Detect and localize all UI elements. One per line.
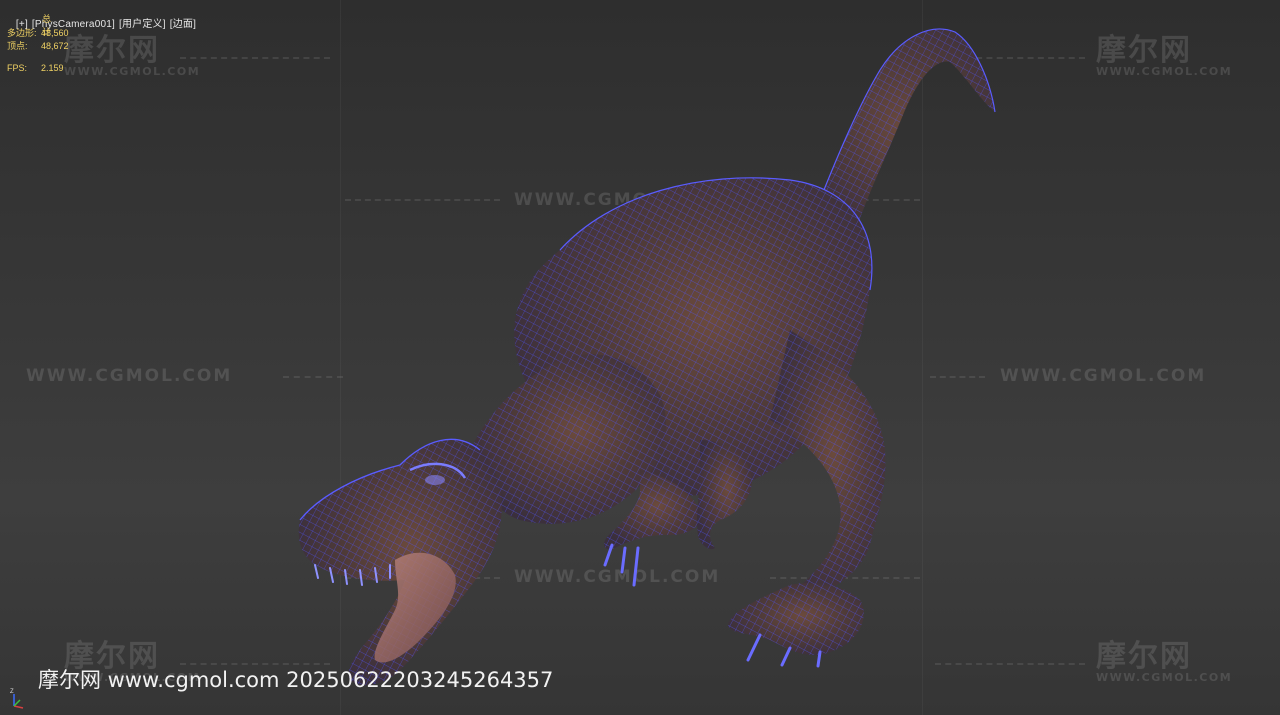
- viewport-view-label[interactable]: [用户定义]: [119, 19, 166, 30]
- stats-polygons-value: 48,560: [41, 28, 69, 38]
- stats-vertices-value: 48,672: [41, 41, 69, 51]
- stats-polygons-label: 多边形:: [7, 28, 37, 38]
- stats-fps-value: 2.159: [41, 63, 64, 73]
- viewport-shading-label[interactable]: [边面]: [170, 19, 196, 30]
- stats-vertices-label: 顶点:: [7, 41, 28, 51]
- 3d-viewport[interactable]: 摩尔网 WWW.CGMOL.COM 摩尔网 WWW.CGMOL.COM 摩尔网 …: [0, 0, 1280, 715]
- watermark-caption: 摩尔网 www.cgmol.com 20250622203245264357: [38, 668, 554, 692]
- axis-gizmo-icon: Z: [10, 689, 24, 709]
- axis-z-label: Z: [10, 689, 14, 695]
- stats-fps-label: FPS:: [7, 63, 28, 73]
- dinosaur-wireframe-model[interactable]: [0, 0, 1280, 715]
